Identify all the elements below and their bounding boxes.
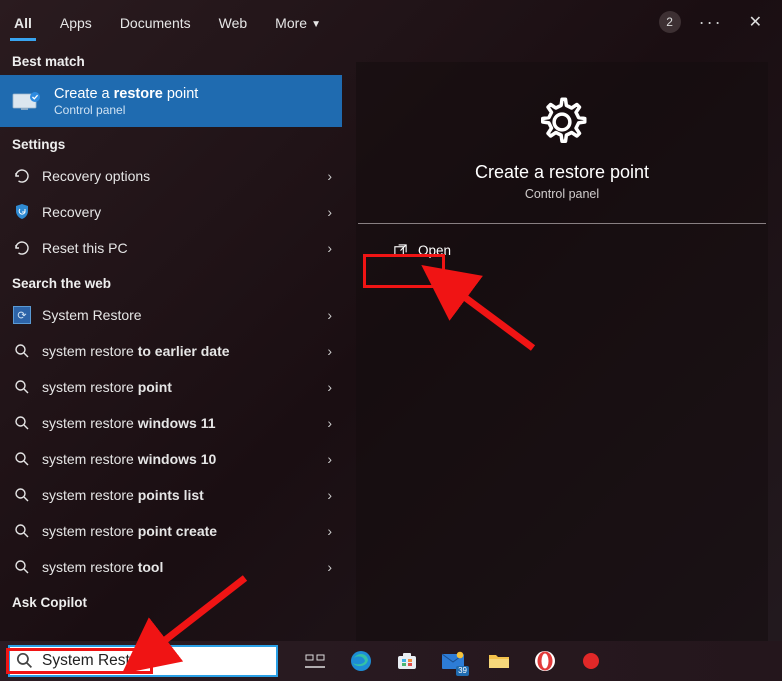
preview-title: Create a restore point (475, 162, 649, 183)
web-system-restore-app[interactable]: ⟳ System Restore › (0, 297, 342, 333)
open-button-label: Open (418, 243, 451, 258)
taskbar: 39 (0, 641, 782, 681)
section-best-match: Best match (0, 44, 342, 75)
web-sr-tool[interactable]: system restore tool › (0, 549, 342, 585)
web-sr-tool-pre: system restore (42, 559, 138, 575)
chevron-right-icon: › (327, 415, 332, 431)
web-sr-point-bold: point (138, 379, 172, 395)
open-external-icon (392, 242, 408, 258)
search-icon (12, 341, 32, 361)
chevron-right-icon: › (327, 204, 332, 220)
rewards-badge[interactable]: 2 (659, 11, 681, 33)
open-button[interactable]: Open (378, 236, 465, 264)
chevron-right-icon: › (327, 523, 332, 539)
search-icon (16, 652, 34, 670)
recovery-options-icon (12, 166, 32, 186)
web-sr-w11-pre: system restore (42, 415, 138, 431)
mail-badge: 39 (456, 666, 469, 676)
best-subtitle: Control panel (54, 103, 198, 117)
settings-reset-pc[interactable]: Reset this PC › (0, 230, 342, 266)
web-sr-point-pre: system restore (42, 379, 138, 395)
monitor-checkmark-icon (12, 90, 42, 112)
web-sr-w11-bold: windows 11 (138, 415, 216, 431)
section-search-web: Search the web (0, 266, 342, 297)
tab-all[interactable]: All (0, 3, 46, 41)
search-icon (12, 413, 32, 433)
chevron-right-icon: › (327, 307, 332, 323)
web-sr-plist-pre: system restore (42, 487, 138, 503)
more-options-icon[interactable]: ··· (695, 9, 727, 35)
search-icon (12, 449, 32, 469)
edge-icon[interactable] (348, 648, 374, 674)
web-sr-windows-10[interactable]: system restore windows 10 › (0, 441, 342, 477)
tab-web[interactable]: Web (205, 3, 262, 41)
chevron-right-icon: › (327, 168, 332, 184)
chevron-down-icon: ▼ (311, 19, 321, 30)
web-sr-point-create[interactable]: system restore point create › (0, 513, 342, 549)
close-icon[interactable]: ✕ (739, 6, 772, 38)
opera-icon[interactable] (532, 648, 558, 674)
tab-documents[interactable]: Documents (106, 3, 205, 41)
preview-subtitle: Control panel (525, 187, 599, 201)
web-sr-windows-11[interactable]: system restore windows 11 › (0, 405, 342, 441)
web-sr-plist-bold: points list (138, 487, 204, 503)
gear-icon (534, 94, 590, 150)
store-icon[interactable] (394, 648, 420, 674)
web-sr-points-list[interactable]: system restore points list › (0, 477, 342, 513)
chevron-right-icon: › (327, 451, 332, 467)
best-match-item[interactable]: Create a restore point Control panel (0, 75, 342, 127)
divider (358, 223, 766, 224)
web-sr-earlier-date[interactable]: system restore to earlier date › (0, 333, 342, 369)
web-sr-w10-pre: system restore (42, 451, 138, 467)
task-view-icon[interactable] (302, 648, 328, 674)
search-icon (12, 557, 32, 577)
chevron-right-icon: › (327, 559, 332, 575)
section-ask-copilot: Ask Copilot (0, 585, 342, 616)
search-icon (12, 521, 32, 541)
best-title-bold: restore (114, 86, 163, 102)
system-restore-app-icon: ⟳ (12, 305, 32, 325)
search-input[interactable] (42, 652, 270, 670)
web-sr-pcreate-bold: point create (138, 523, 217, 539)
web-system-restore-label: System Restore (42, 307, 142, 323)
chevron-right-icon: › (327, 379, 332, 395)
web-sr-point[interactable]: system restore point › (0, 369, 342, 405)
chevron-right-icon: › (327, 487, 332, 503)
web-sr-earlier-bold: to earlier date (138, 343, 230, 359)
best-title-pre: Create a (54, 86, 114, 102)
web-sr-tool-bold: tool (138, 559, 164, 575)
section-settings: Settings (0, 127, 342, 158)
settings-reset-pc-label: Reset this PC (42, 240, 128, 256)
web-sr-w10-bold: windows 10 (138, 451, 217, 467)
search-icon (12, 485, 32, 505)
mail-icon[interactable]: 39 (440, 648, 466, 674)
tab-apps[interactable]: Apps (46, 3, 106, 41)
taskbar-search[interactable] (8, 645, 278, 677)
tab-more-label: More (275, 15, 307, 31)
preview-panel: Create a restore point Control panel Ope… (356, 62, 768, 641)
settings-recovery-options-label: Recovery options (42, 168, 150, 184)
search-icon (12, 377, 32, 397)
chevron-right-icon: › (327, 240, 332, 256)
web-sr-earlier-pre: system restore (42, 343, 138, 359)
settings-recovery[interactable]: Recovery › (0, 194, 342, 230)
record-icon[interactable] (578, 648, 604, 674)
file-explorer-icon[interactable] (486, 648, 512, 674)
tab-more[interactable]: More ▼ (261, 3, 335, 41)
best-title-post: point (163, 86, 198, 102)
web-sr-pcreate-pre: system restore (42, 523, 138, 539)
reset-pc-icon (12, 238, 32, 258)
recovery-shield-icon (12, 202, 32, 222)
chevron-right-icon: › (327, 343, 332, 359)
settings-recovery-options[interactable]: Recovery options › (0, 158, 342, 194)
results-panel: Best match Create a restore point Contro… (0, 44, 342, 641)
settings-recovery-label: Recovery (42, 204, 101, 220)
